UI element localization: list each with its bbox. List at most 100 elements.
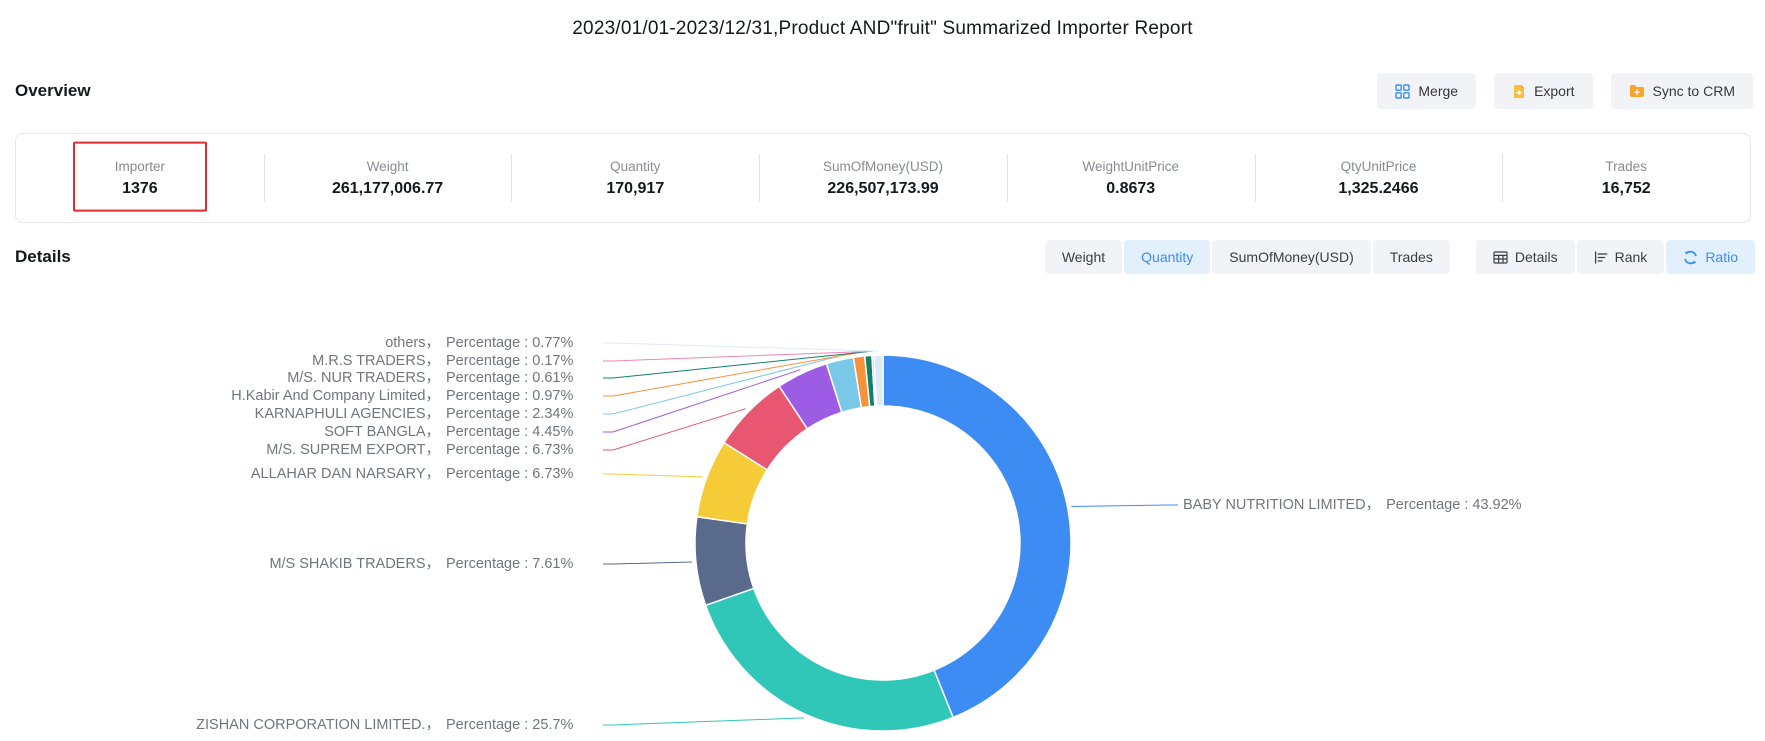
pie-label-name: M/S. NUR TRADERS，: [287, 370, 440, 386]
pie-slice-others[interactable]: [874, 355, 883, 406]
stat-value: 1,325.2466: [1338, 180, 1418, 198]
pie-label-percentage: Percentage : 6.73%: [446, 464, 598, 484]
overview-section-header: Overview Merge Export Sync to CRM: [15, 72, 1753, 110]
pie-label-others: others， Percentage : 0.77%: [385, 333, 598, 353]
tab-label: SumOfMoney(USD): [1229, 249, 1353, 265]
sync-to-crm-button[interactable]: Sync to CRM: [1611, 73, 1753, 109]
pie-label-name: others，: [385, 335, 440, 351]
overview-heading: Overview: [15, 81, 91, 101]
pie-label-name: M/S. SUPREM EXPORT，: [266, 442, 440, 458]
pie-leader-line: [603, 474, 703, 477]
pie-label-name: H.Kabir And Company Limited，: [231, 388, 440, 404]
tab-label: Weight: [1062, 249, 1105, 265]
overview-stats-card: Importer 1376 Weight 261,177,006.77 Quantity…: [15, 133, 1751, 223]
pie-label-percentage: Percentage : 4.45%: [446, 422, 598, 442]
pie-label-percentage: Percentage : 0.97%: [446, 386, 598, 406]
details-section-header: Details Weight Quantity SumOfMoney(USD) Tra…: [15, 240, 1755, 274]
tab-details[interactable]: Details: [1476, 240, 1575, 274]
pie-leader-line: [603, 718, 804, 725]
pie-label-h-kabir-and-company-limited: H.Kabir And Company Limited， Percentage :…: [231, 386, 598, 406]
button-label: Sync to CRM: [1653, 83, 1735, 99]
pie-label-percentage: Percentage : 7.61%: [446, 554, 598, 574]
button-label: Merge: [1418, 83, 1458, 99]
metric-tab-group: Weight Quantity SumOfMoney(USD) Trades: [1045, 240, 1450, 274]
pie-label-m-s-suprem-export: M/S. SUPREM EXPORT， Percentage : 6.73%: [266, 440, 598, 460]
tab-label: Trades: [1390, 249, 1433, 265]
pie-label-percentage: Percentage : 43.92%: [1386, 495, 1538, 515]
pie-label-name: KARNAPHULI AGENCIES，: [255, 406, 440, 422]
stat-sumofmoney-usd-: SumOfMoney(USD) 226,507,173.99: [759, 134, 1007, 222]
pie-slice-baby-nutrition-limited[interactable]: [883, 355, 1071, 717]
stat-label: SumOfMoney(USD): [823, 159, 943, 174]
pie-label-m-r-s-traders: M.R.S TRADERS， Percentage : 0.17%: [312, 351, 598, 371]
rank-icon: [1594, 251, 1608, 264]
tab-label: Details: [1515, 249, 1558, 265]
view-tab-group: Details Rank Ratio: [1476, 240, 1755, 274]
stat-value: 0.8673: [1106, 180, 1155, 198]
pie-label-zishan-corporation-limited-: ZISHAN CORPORATION LIMITED.， Percentage :…: [196, 715, 598, 735]
details-heading: Details: [15, 247, 71, 267]
stat-importer: Importer 1376: [16, 134, 264, 222]
stat-value: 261,177,006.77: [332, 180, 443, 198]
tab-quantity[interactable]: Quantity: [1124, 240, 1210, 274]
stat-label: Weight: [367, 159, 409, 174]
stat-value: 170,917: [606, 180, 664, 198]
tab-rank[interactable]: Rank: [1577, 240, 1665, 274]
pie-label-m-s-nur-traders: M/S. NUR TRADERS， Percentage : 0.61%: [287, 368, 598, 388]
pie-label-percentage: Percentage : 0.17%: [446, 351, 598, 371]
stat-label: QtyUnitPrice: [1341, 159, 1417, 174]
button-label: Export: [1534, 83, 1574, 99]
pie-leader-line: [603, 343, 878, 351]
stat-value: 16,752: [1602, 180, 1651, 198]
stat-label: Quantity: [610, 159, 660, 174]
tab-label: Rank: [1615, 249, 1648, 265]
stat-weightunitprice: WeightUnitPrice 0.8673: [1007, 134, 1255, 222]
stat-qtyunitprice: QtyUnitPrice 1,325.2466: [1255, 134, 1503, 222]
tab-label: Ratio: [1705, 249, 1738, 265]
importer-ratio-donut-chart: BABY NUTRITION LIMITED， Percentage : 43.9…: [0, 280, 1765, 741]
pie-label-name: SOFT BANGLA，: [324, 424, 440, 440]
importer-highlight-frame: [73, 142, 207, 212]
pie-slice-zishan-corporation-limited-[interactable]: [706, 588, 953, 731]
importer-report-page: 2023/01/01-2023/12/31,Product AND"fruit"…: [0, 0, 1765, 741]
ratio-icon: [1683, 250, 1698, 265]
pie-label-name: ZISHAN CORPORATION LIMITED.，: [196, 717, 440, 733]
page-title: 2023/01/01-2023/12/31,Product AND"fruit"…: [0, 18, 1765, 40]
pie-label-allahar-dan-narsary: ALLAHAR DAN NARSARY， Percentage : 6.73%: [251, 464, 598, 484]
pie-leader-line: [603, 562, 692, 564]
tab-sumofmoney-usd-[interactable]: SumOfMoney(USD): [1212, 240, 1370, 274]
stat-value: 1376: [122, 180, 158, 198]
tab-ratio[interactable]: Ratio: [1666, 240, 1755, 274]
details-tab-groups: Weight Quantity SumOfMoney(USD) Trades Deta…: [1045, 240, 1755, 274]
stat-label: Importer: [115, 159, 165, 174]
tab-label: Quantity: [1141, 249, 1193, 265]
pie-label-percentage: Percentage : 25.7%: [446, 715, 598, 735]
pie-label-m-s-shakib-traders: M/S SHAKIB TRADERS， Percentage : 7.61%: [269, 554, 598, 574]
tab-weight[interactable]: Weight: [1045, 240, 1122, 274]
pie-label-percentage: Percentage : 6.73%: [446, 440, 598, 460]
pie-label-karnaphuli-agencies: KARNAPHULI AGENCIES， Percentage : 2.34%: [255, 404, 598, 424]
merge-icon: [1395, 84, 1410, 99]
pie-label-baby-nutrition-limited: BABY NUTRITION LIMITED， Percentage : 43.9…: [1183, 495, 1538, 515]
sync-folder-icon: [1629, 84, 1645, 98]
pie-label-name: M/S SHAKIB TRADERS，: [269, 556, 440, 572]
pie-label-percentage: Percentage : 2.34%: [446, 404, 598, 424]
pie-label-soft-bangla: SOFT BANGLA， Percentage : 4.45%: [324, 422, 598, 442]
stat-quantity: Quantity 170,917: [511, 134, 759, 222]
pie-label-percentage: Percentage : 0.77%: [446, 333, 598, 353]
stat-label: Trades: [1605, 159, 1647, 174]
pie-label-percentage: Percentage : 0.61%: [446, 368, 598, 388]
pie-label-name: BABY NUTRITION LIMITED，: [1183, 497, 1380, 513]
stat-value: 226,507,173.99: [827, 180, 938, 198]
pie-label-name: ALLAHAR DAN NARSARY，: [251, 466, 440, 482]
pie-slice-m-s-shakib-traders[interactable]: [695, 517, 754, 606]
merge-button[interactable]: Merge: [1377, 73, 1476, 109]
export-button[interactable]: Export: [1494, 73, 1592, 109]
table-icon: [1493, 251, 1508, 264]
stat-label: WeightUnitPrice: [1082, 159, 1179, 174]
pie-label-name: M.R.S TRADERS，: [312, 353, 440, 369]
stat-trades: Trades 16,752: [1502, 134, 1750, 222]
tab-trades[interactable]: Trades: [1373, 240, 1450, 274]
stat-weight: Weight 261,177,006.77: [264, 134, 512, 222]
pie-leader-line: [1072, 505, 1179, 507]
